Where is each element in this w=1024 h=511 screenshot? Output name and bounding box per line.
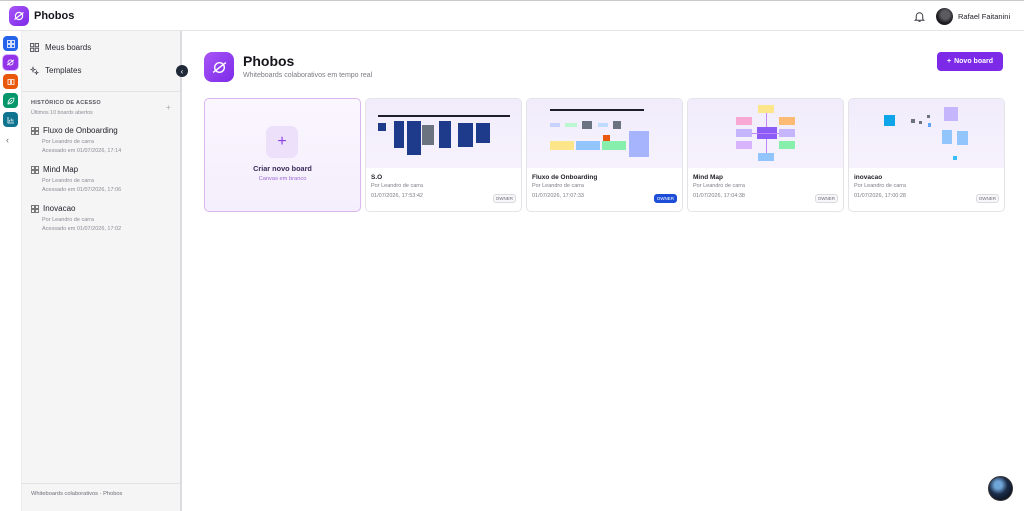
history-item-name: Mind Map <box>43 165 79 174</box>
board-author: Por Leandro de carra <box>854 183 906 189</box>
sidebar-item-label: Templates <box>45 66 82 75</box>
role-badge: OWNER <box>975 194 999 203</box>
board-thumbnail <box>527 99 682 168</box>
board-title: Fluxo de Onboarding <box>532 174 598 181</box>
history-item-name: Inovacao <box>43 204 76 213</box>
board-icon <box>31 204 39 213</box>
board-card[interactable]: Mind Map Por Leandro de carra 01/07/2026… <box>687 98 844 212</box>
role-badge: OWNER <box>492 194 516 203</box>
board-author: Por Leandro de carra <box>371 183 423 189</box>
sidebar: Meus boards Templates HISTÓRICO DE ACESS… <box>22 31 182 511</box>
new-board-label: Novo board <box>954 58 993 65</box>
rail-grid-icon[interactable] <box>3 36 18 51</box>
rail-phobos-icon[interactable] <box>3 55 18 70</box>
board-card[interactable]: inovacao Por Leandro de carra 01/07/2026… <box>848 98 1005 212</box>
avatar[interactable] <box>936 8 953 25</box>
chevron-left-icon[interactable]: ‹ <box>6 135 9 145</box>
history-item[interactable]: Inovacao Por Leandro de carra Acessado em… <box>31 204 171 234</box>
board-date: 01/07/2026, 17:00:28 <box>854 193 906 199</box>
sparkles-icon <box>30 66 39 75</box>
history-item-author: Por Leandro de carra <box>42 139 94 145</box>
page-title: Phobos <box>243 53 295 69</box>
sidebar-item-label: Meus boards <box>45 43 92 52</box>
plus-icon: + <box>947 58 952 65</box>
create-board-title: Criar novo board <box>253 164 312 173</box>
history-item[interactable]: Fluxo de Onboarding Por Leandro de carra… <box>31 126 171 156</box>
top-bar: Phobos Rafael Faitanini <box>0 0 1024 31</box>
board-icon <box>31 165 39 174</box>
board-title: inovacao <box>854 174 883 181</box>
board-card[interactable]: Fluxo de Onboarding Por Leandro de carra… <box>526 98 683 212</box>
history-item-accessed: Acessado em 01/07/2026, 17:02 <box>42 226 122 232</box>
plus-icon: + <box>266 126 298 158</box>
app-logo-icon[interactable] <box>9 6 29 26</box>
board-date: 01/07/2026, 17:07:33 <box>532 193 584 199</box>
plus-icon[interactable]: + <box>166 103 171 112</box>
divider <box>22 91 180 92</box>
bell-icon[interactable] <box>913 10 926 23</box>
board-title: S.O <box>371 174 383 181</box>
board-card[interactable]: S.O Por Leandro de carra 01/07/2026, 17:… <box>365 98 522 212</box>
sidebar-item-templates[interactable]: Templates <box>30 66 81 75</box>
main-content: Phobos Whiteboards colaborativos em temp… <box>182 31 1024 511</box>
collapse-sidebar-button[interactable]: ‹ <box>176 65 188 77</box>
history-item[interactable]: Mind Map Por Leandro de carra Acessado em… <box>31 165 171 195</box>
sidebar-footer: Whiteboards colaborativos · Phobos <box>22 483 180 504</box>
board-thumbnail <box>366 99 521 168</box>
board-author: Por Leandro de carra <box>532 183 584 189</box>
create-board-card[interactable]: + Criar novo board Canvas em branco <box>204 98 361 212</box>
rail-leaf-icon[interactable] <box>3 93 18 108</box>
board-thumbnail <box>688 99 843 168</box>
history-subtitle: Últimos 10 boards abertos <box>31 110 93 116</box>
app-switcher-rail: ‹ <box>0 31 22 511</box>
history-item-author: Por Leandro de carra <box>42 217 94 223</box>
phobos-logo-icon <box>204 52 234 82</box>
grid-icon <box>30 43 39 52</box>
history-title: HISTÓRICO DE ACESSO <box>31 100 101 106</box>
rail-book-icon[interactable] <box>3 74 18 89</box>
history-item-accessed: Acessado em 01/07/2026, 17:14 <box>42 148 122 154</box>
board-date: 01/07/2026, 17:04:38 <box>693 193 745 199</box>
board-date: 01/07/2026, 17:53:42 <box>371 193 423 199</box>
board-thumbnail <box>849 99 1004 168</box>
user-name[interactable]: Rafael Faitanini <box>958 12 1010 21</box>
history-item-name: Fluxo de Onboarding <box>43 126 118 135</box>
app-name: Phobos <box>34 10 75 22</box>
history-item-accessed: Acessado em 01/07/2026, 17:06 <box>42 187 122 193</box>
board-icon <box>31 126 39 135</box>
page-subtitle: Whiteboards colaborativos em tempo real <box>243 72 373 79</box>
history-item-author: Por Leandro de carra <box>42 178 94 184</box>
role-badge: OWNER <box>814 194 838 203</box>
create-board-subtitle: Canvas em branco <box>258 176 307 182</box>
board-author: Por Leandro de carra <box>693 183 745 189</box>
rail-chart-icon[interactable] <box>3 112 18 127</box>
role-badge: OWNER <box>653 194 677 203</box>
new-board-button[interactable]: + Novo board <box>937 52 1003 71</box>
assistant-fab-button[interactable] <box>988 476 1013 501</box>
board-title: Mind Map <box>693 174 723 181</box>
sidebar-item-meus-boards[interactable]: Meus boards <box>30 43 91 52</box>
